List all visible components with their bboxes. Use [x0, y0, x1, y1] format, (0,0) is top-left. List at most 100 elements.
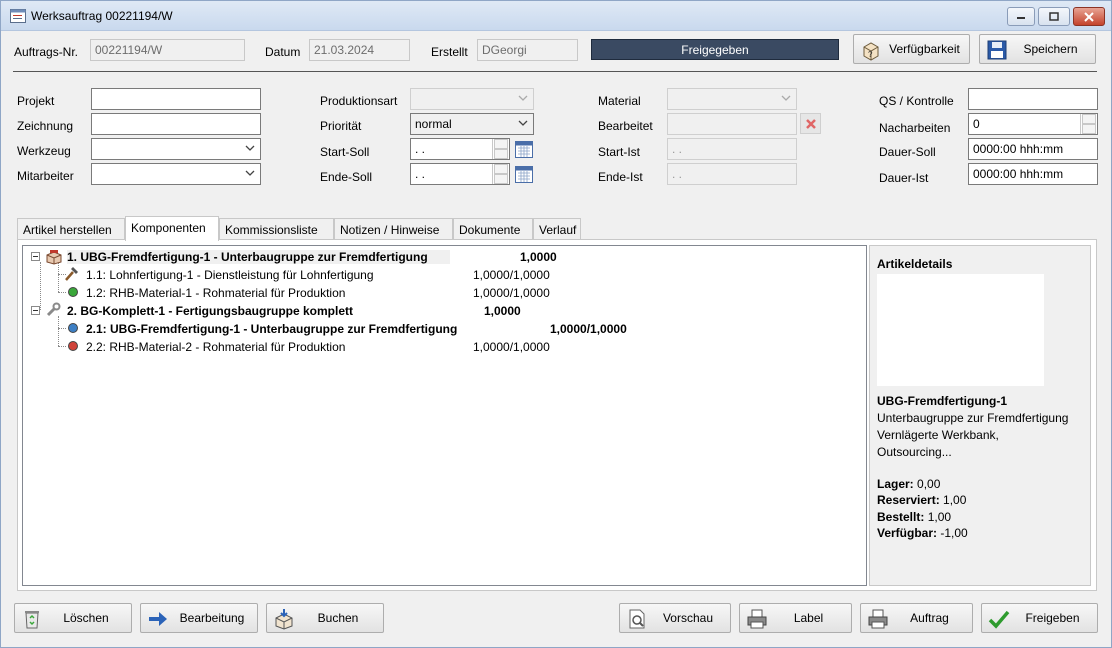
label-button[interactable]: Label	[739, 603, 852, 633]
dauer-ist-input[interactable]: 0000:00 hhh:mm	[968, 163, 1098, 185]
chevron-down-icon	[781, 95, 791, 101]
calendar-icon[interactable]	[514, 139, 534, 159]
collapse-toggle[interactable]	[31, 306, 40, 315]
start-soll-label: Start-Soll	[320, 145, 370, 159]
qs-input[interactable]	[968, 88, 1098, 110]
bestellt-value: 1,00	[927, 510, 952, 524]
chevron-down-icon	[518, 120, 528, 126]
book-button[interactable]: Buchen	[266, 603, 384, 633]
maximize-icon	[1049, 12, 1059, 21]
client-area: Auftrags-Nr. 00221194/W Datum 21.03.2024…	[2, 31, 1110, 647]
verfuegbar-label: Verfügbar:	[877, 526, 938, 540]
werkzeug-select[interactable]	[91, 138, 261, 160]
tree-node[interactable]: 1.2: RHB-Material-1 - Rohmaterial für Pr…	[86, 286, 345, 300]
created-label: Erstellt	[431, 45, 468, 59]
material-select[interactable]	[667, 88, 797, 110]
date-field: 21.03.2024	[309, 39, 410, 61]
mitarbeiter-label: Mitarbeiter	[17, 169, 74, 183]
nacharbeiten-input[interactable]: 0	[968, 113, 1098, 135]
tree-node-qty: 1,0000/1,0000	[473, 268, 550, 282]
chevron-down-icon	[518, 95, 528, 101]
header-separator	[13, 71, 1097, 72]
tree-node-qty: 1,0000/1,0000	[473, 286, 550, 300]
article-image	[877, 274, 1044, 386]
preview-label: Vorschau	[662, 611, 714, 625]
collapse-toggle[interactable]	[31, 252, 40, 261]
availability-label: Verfügbarkeit	[889, 42, 960, 56]
order-no-field: 00221194/W	[90, 39, 245, 61]
release-button[interactable]: Freigeben	[981, 603, 1098, 633]
checkmark-icon	[988, 610, 1010, 629]
date-label: Datum	[265, 45, 301, 59]
hammer-icon	[65, 267, 78, 281]
wrench-icon	[46, 302, 61, 317]
tree-node-qty: 1,0000	[484, 304, 521, 318]
ende-soll-label: Ende-Soll	[320, 170, 373, 184]
tab-komponenten[interactable]: Komponenten	[125, 216, 219, 241]
ende-ist-field: . .	[667, 163, 797, 185]
verfuegbar-value: -1,00	[940, 526, 968, 540]
tree-node[interactable]: 1.1: Lohnfertigung-1 - Dienstleistung fü…	[86, 268, 374, 282]
ende-soll-input[interactable]: . .	[410, 163, 510, 185]
preview-button[interactable]: Vorschau	[619, 603, 731, 633]
tab-verlauf[interactable]: Verlauf	[533, 218, 581, 240]
created-field: DGeorgi	[477, 39, 578, 61]
processing-label: Bearbeitung	[179, 611, 245, 625]
tab-artikel-herstellen[interactable]: Artikel herstellen	[17, 218, 125, 240]
trash-recycle-icon	[25, 611, 39, 629]
work-order-window: Werksauftrag 00221194/W Auftrags-Nr. 002…	[0, 0, 1112, 648]
tab-dokumente[interactable]: Dokumente	[453, 218, 533, 240]
tab-notizen-hinweise[interactable]: Notizen / Hinweise	[334, 218, 453, 240]
reserviert-value: 1,00	[943, 493, 967, 507]
save-button[interactable]: Speichern	[979, 34, 1096, 64]
chevron-down-icon	[245, 145, 255, 151]
processing-button[interactable]: Bearbeitung	[140, 603, 258, 633]
red-dot-icon	[68, 341, 78, 351]
component-tree[interactable]: 1. UBG-Fremdfertigung-1 - Unterbaugruppe…	[22, 245, 867, 586]
calendar-icon[interactable]	[514, 164, 534, 184]
dauer-soll-input[interactable]: 0000:00 hhh:mm	[968, 138, 1098, 160]
tree-node[interactable]: 2. BG-Komplett-1 - Fertigungsbaugruppe k…	[67, 304, 353, 318]
printer-icon	[747, 609, 767, 629]
ende-soll-spinner[interactable]	[492, 164, 509, 184]
details-desc-line: Vernlägerte Werkbank,	[877, 428, 999, 442]
start-ist-field: . .	[667, 138, 797, 160]
close-icon	[1084, 11, 1094, 22]
chevron-down-icon	[245, 170, 255, 176]
arrow-right-icon	[149, 612, 167, 626]
minimize-button[interactable]	[1007, 7, 1035, 26]
produktionsart-select[interactable]	[410, 88, 534, 110]
mitarbeiter-select[interactable]	[91, 163, 261, 185]
ende-ist-label: Ende-Ist	[598, 170, 643, 184]
start-soll-input[interactable]: . .	[410, 138, 510, 160]
clear-bearbeitet-button[interactable]	[800, 113, 821, 134]
maximize-button[interactable]	[1038, 7, 1070, 26]
reserviert-label: Reserviert:	[877, 493, 940, 507]
details-header: Artikeldetails	[877, 257, 953, 271]
floppy-disk-icon	[987, 40, 1007, 60]
order-print-button[interactable]: Auftrag	[860, 603, 973, 633]
dauer-ist-label: Dauer-Ist	[879, 171, 929, 185]
minimize-icon	[1017, 16, 1025, 19]
clear-x-icon	[805, 118, 816, 129]
zeichnung-input[interactable]	[91, 113, 261, 135]
lager-value: 0,00	[917, 477, 941, 491]
availability-button[interactable]: ? Verfügbarkeit	[853, 34, 970, 64]
projekt-input[interactable]	[91, 88, 261, 110]
details-desc-line: Outsourcing...	[877, 445, 952, 459]
order-print-label: Auftrag	[910, 611, 949, 625]
nacharbeiten-spinner[interactable]	[1080, 114, 1097, 134]
app-icon	[10, 9, 26, 23]
tree-node[interactable]: 2.2: RHB-Material-2 - Rohmaterial für Pr…	[86, 340, 345, 354]
availability-icon: ?	[863, 42, 879, 61]
prioritaet-select[interactable]: normal	[410, 113, 534, 135]
tree-node-qty: 1,0000/1,0000	[550, 322, 627, 336]
start-soll-spinner[interactable]	[492, 139, 509, 159]
tab-kommissionsliste[interactable]: Kommissionsliste	[219, 218, 334, 240]
tree-node-qty: 1,0000/1,0000	[473, 340, 550, 354]
box-in-icon	[275, 609, 293, 630]
delete-button[interactable]: Löschen	[14, 603, 132, 633]
tree-node[interactable]: 2.1: UBG-Fremdfertigung-1 - Unterbaugrup…	[86, 322, 457, 336]
tree-node[interactable]: 1. UBG-Fremdfertigung-1 - Unterbaugruppe…	[67, 250, 450, 264]
close-button[interactable]	[1073, 7, 1105, 26]
